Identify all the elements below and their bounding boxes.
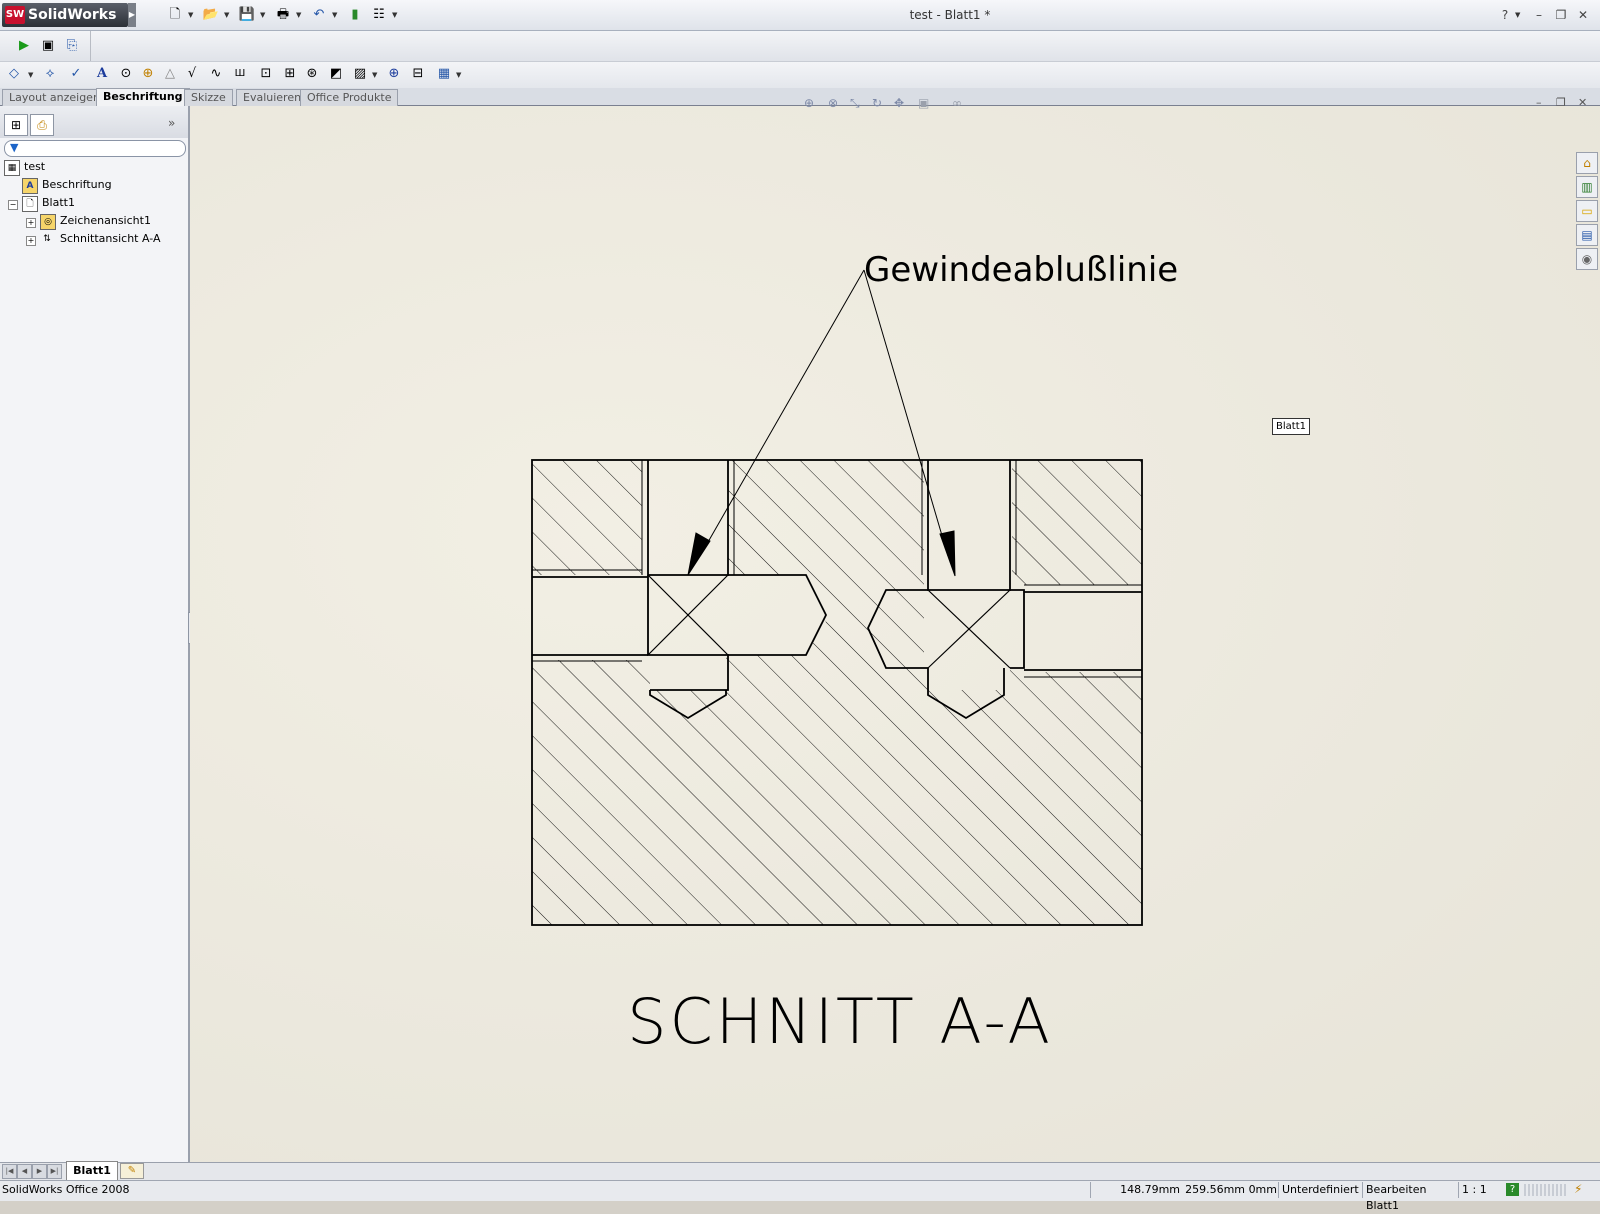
- section-view-label[interactable]: SCHNITT A-A: [600, 985, 1080, 1058]
- status-scale[interactable]: 1 : 1: [1458, 1182, 1495, 1198]
- sheet-name-label: Blatt1: [1272, 418, 1310, 435]
- thread-line-note[interactable]: Gewindeablußlinie: [864, 250, 1178, 290]
- status-definition-state: Unterdefiniert: [1278, 1182, 1361, 1198]
- status-grip: [1524, 1184, 1568, 1196]
- quick-tips-icon[interactable]: ?: [1506, 1183, 1519, 1196]
- sheet-tab-blatt1[interactable]: Blatt1: [66, 1161, 118, 1181]
- rebuild-status-icon[interactable]: ⚡: [1574, 1182, 1590, 1198]
- status-x-coordinate: 148.79mm: [1090, 1182, 1183, 1198]
- sheet-tab-bar: [0, 1162, 1600, 1181]
- solidworks-resources-icon[interactable]: ⌂: [1576, 152, 1598, 174]
- file-explorer-icon[interactable]: ▭: [1576, 200, 1598, 222]
- previous-sheet-icon[interactable]: ◀: [17, 1164, 32, 1179]
- view-palette-icon[interactable]: ▤: [1576, 224, 1598, 246]
- section-hatching: [532, 460, 1142, 925]
- status-product: SolidWorks Office 2008: [2, 1183, 130, 1196]
- last-sheet-icon[interactable]: ▶|: [47, 1164, 62, 1179]
- appearances-icon[interactable]: ◉: [1576, 248, 1598, 270]
- status-z-coordinate: 0mm: [1248, 1183, 1277, 1196]
- status-y-coordinate: 259.56mm: [1185, 1183, 1245, 1196]
- status-edit-mode: Bearbeiten Blatt1: [1362, 1182, 1463, 1212]
- first-sheet-icon[interactable]: |◀: [2, 1164, 17, 1179]
- next-sheet-icon[interactable]: ▶: [32, 1164, 47, 1179]
- design-library-icon[interactable]: ▥: [1576, 176, 1598, 198]
- add-sheet-icon[interactable]: ✎: [120, 1163, 144, 1179]
